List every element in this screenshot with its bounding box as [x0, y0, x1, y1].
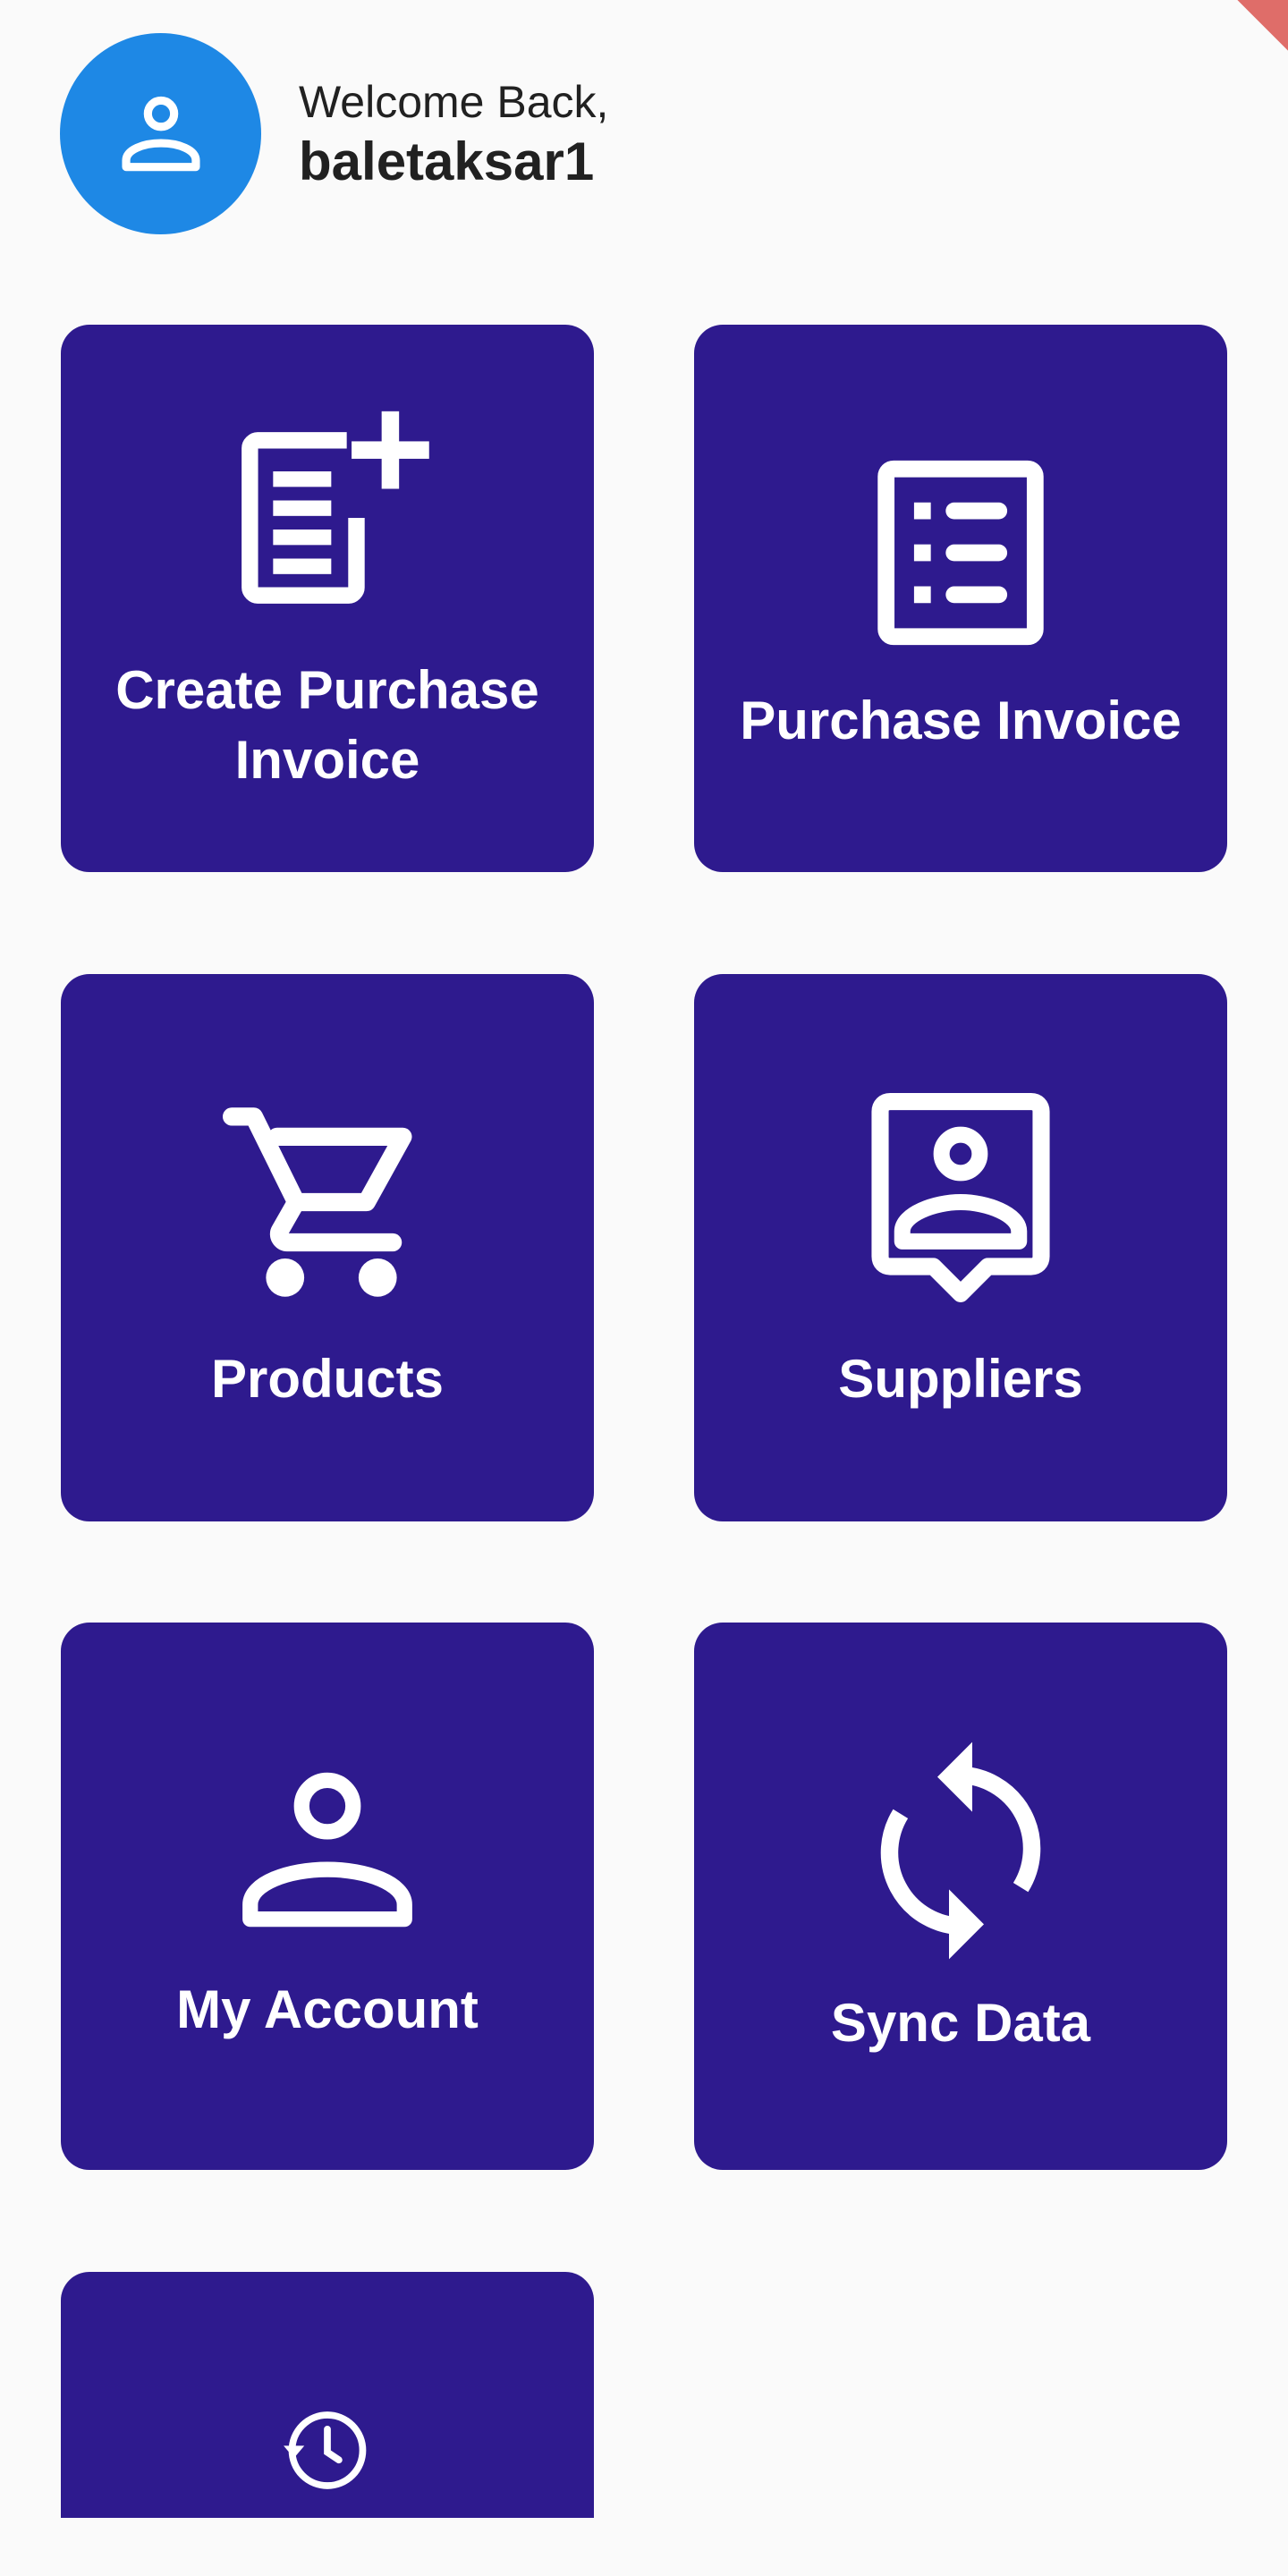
tile-label: Create Purchase Invoice	[115, 660, 539, 790]
tile-label: Suppliers	[838, 1349, 1083, 1409]
welcome-header: Welcome Back, baletaksar1	[60, 33, 608, 234]
shopping-cart-icon	[223, 1107, 412, 1297]
purchase-invoice-tile[interactable]: Purchase Invoice	[694, 325, 1227, 872]
history-icon	[284, 2411, 367, 2489]
tile-label: My Account	[176, 1979, 479, 2039]
person-icon	[242, 1772, 412, 1928]
suppliers-tile[interactable]: Suppliers	[694, 974, 1227, 1521]
history-tile[interactable]	[61, 2272, 594, 2518]
user-avatar[interactable]	[60, 33, 261, 234]
tile-label: Purchase Invoice	[740, 691, 1182, 750]
my-account-tile[interactable]: My Account	[61, 1623, 594, 2170]
contact-card-icon	[871, 1092, 1050, 1302]
products-tile[interactable]: Products	[61, 974, 594, 1521]
debug-banner	[1237, 0, 1288, 51]
person-icon	[121, 96, 200, 171]
username: baletaksar1	[299, 131, 595, 191]
sync-data-tile[interactable]: Sync Data	[694, 1623, 1227, 2170]
create-purchase-invoice-tile[interactable]: Create Purchase Invoice	[61, 325, 594, 872]
add-document-icon	[242, 411, 429, 604]
tile-label: Products	[210, 1349, 445, 1409]
welcome-text: Welcome Back,	[299, 76, 609, 127]
sync-icon	[880, 1741, 1041, 1960]
list-document-icon	[877, 460, 1044, 646]
tile-label: Sync Data	[830, 1993, 1091, 2053]
